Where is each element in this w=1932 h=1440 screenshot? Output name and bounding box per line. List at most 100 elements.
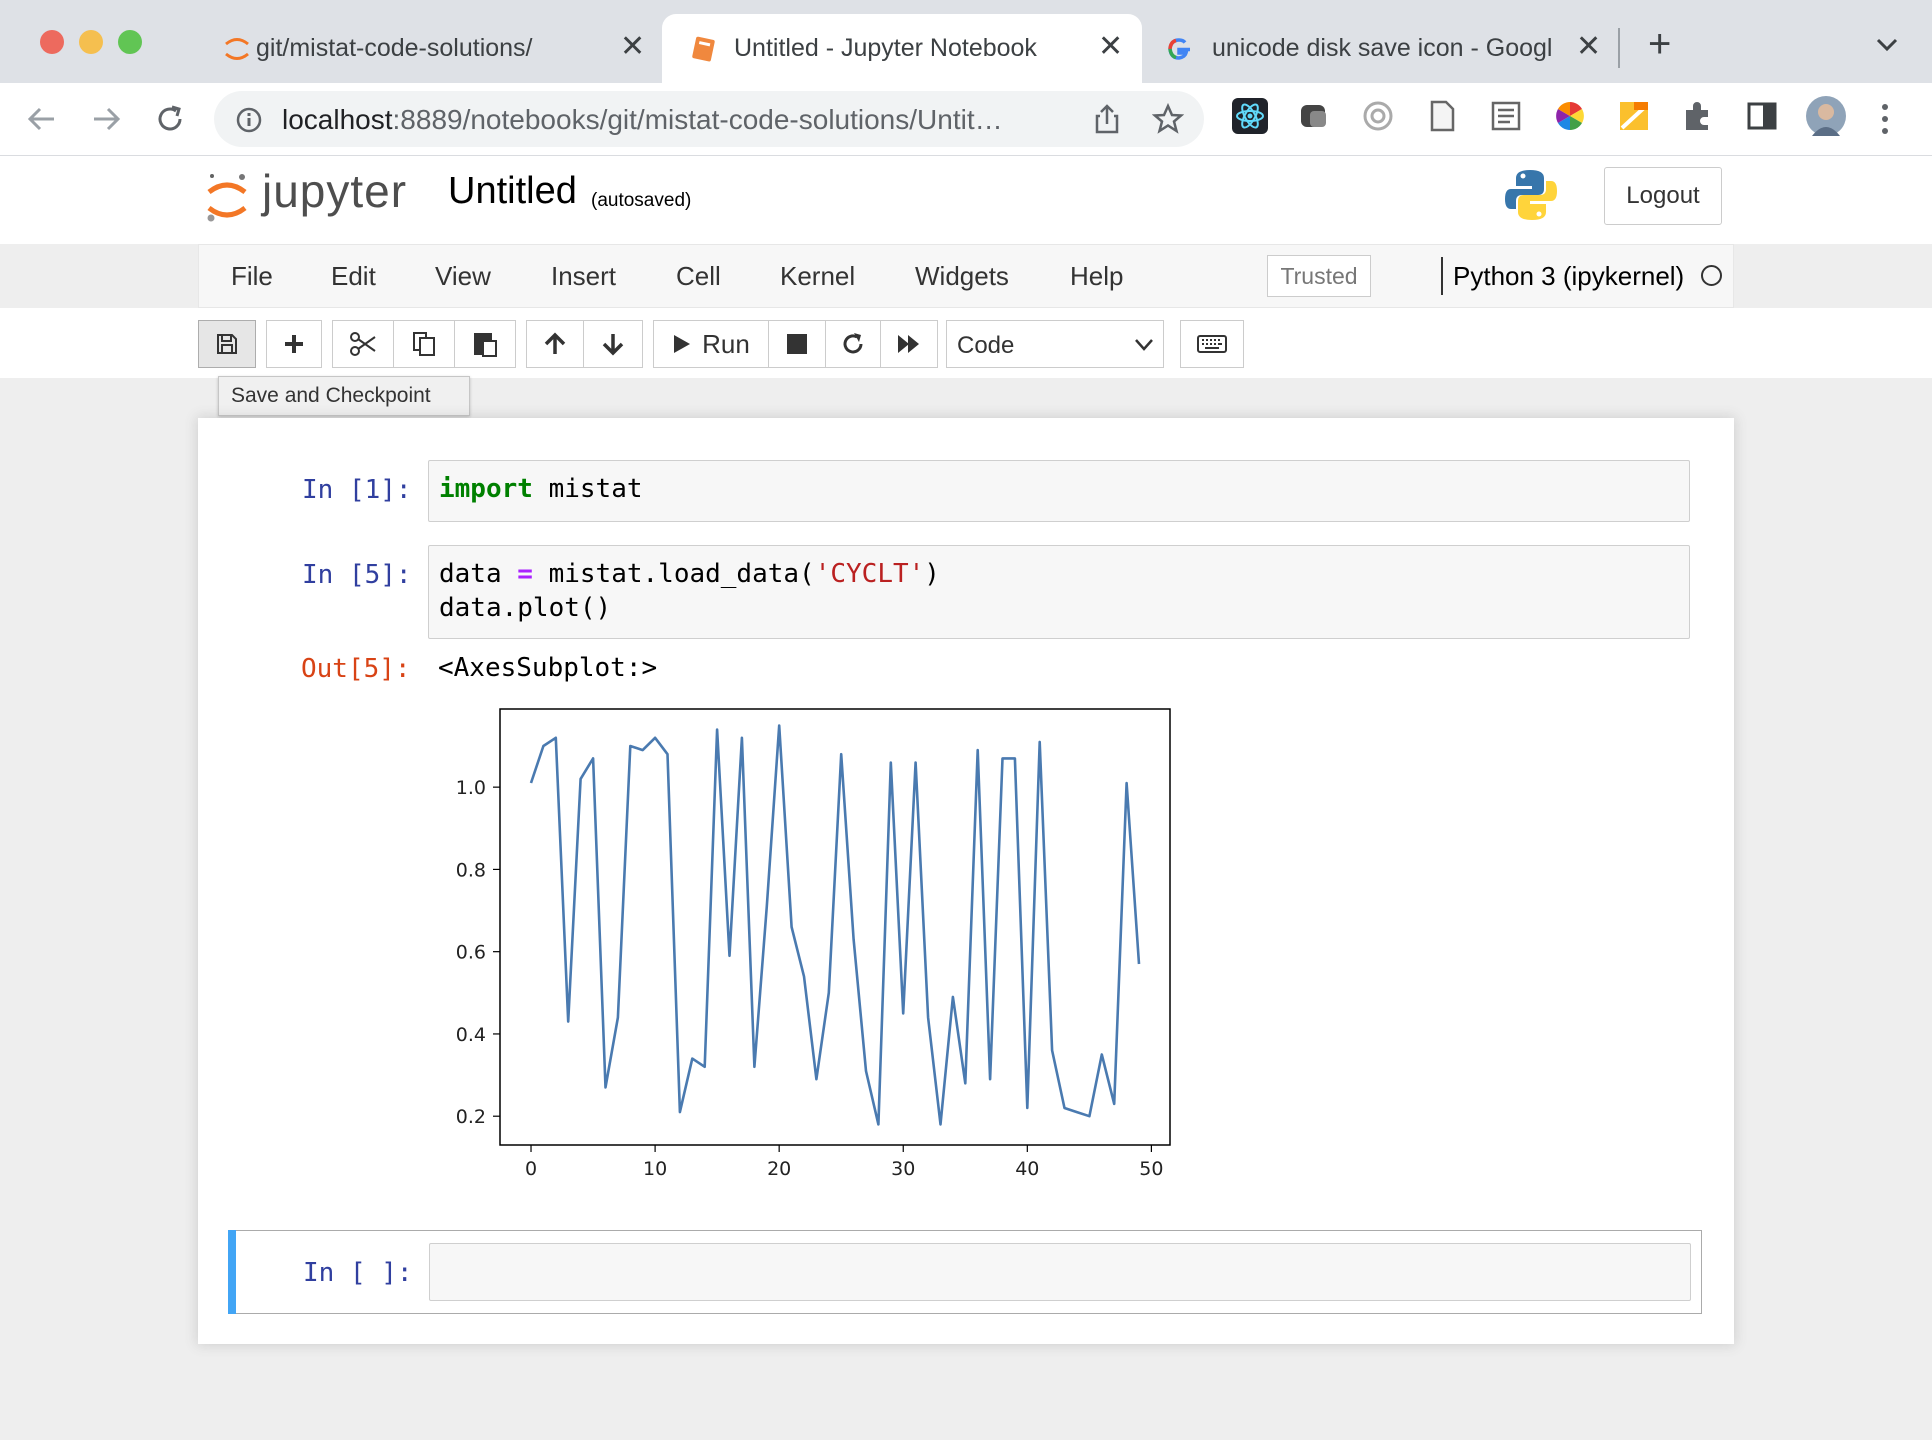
input-prompt: In [ ]: (303, 1258, 413, 1288)
tab-close-icon[interactable]: ✕ (620, 32, 645, 62)
keyboard-icon (1197, 335, 1227, 353)
jupyter-header: jupyter Untitled (autosaved) Logout (0, 156, 1932, 244)
site-info-icon[interactable] (236, 107, 262, 133)
y-tick-label: 0.8 (456, 859, 486, 881)
selected-code-cell[interactable]: In [ ]: (228, 1230, 1702, 1314)
output-text: <AxesSubplot:> (438, 653, 658, 683)
run-cell-button[interactable]: Run (653, 320, 769, 368)
maximize-window-button[interactable] (118, 30, 142, 54)
kernel-separator (1441, 257, 1443, 295)
color-picker-extension-icon[interactable] (1552, 98, 1588, 134)
back-arrow-icon[interactable] (22, 99, 62, 139)
browser-tab-2[interactable]: Untitled - Jupyter Notebook ✕ (662, 14, 1142, 83)
jupyter-logo-icon[interactable] (204, 170, 250, 230)
code-line: data = mistat.load_data('CYCLT') (439, 559, 940, 589)
profile-avatar[interactable] (1806, 96, 1846, 136)
code-input[interactable]: data = mistat.load_data('CYCLT') data.pl… (428, 545, 1690, 639)
tab-close-icon[interactable]: ✕ (1576, 32, 1601, 62)
notebook-menubar: File Edit View Insert Cell Kernel Widget… (198, 244, 1734, 308)
address-bar[interactable]: localhost:8889/notebooks/git/mistat-code… (214, 91, 1204, 147)
trusted-indicator[interactable]: Trusted (1267, 255, 1371, 297)
code-line: import mistat (439, 474, 643, 504)
close-window-button[interactable] (40, 30, 64, 54)
line-chart: 0 10 20 30 40 50 0.2 0.4 0.6 0.8 1.0 (456, 708, 1171, 1180)
chevron-down-icon (1135, 339, 1153, 351)
bookmark-star-icon[interactable] (1152, 103, 1184, 135)
tab-close-icon[interactable]: ✕ (1098, 32, 1123, 62)
y-tick-label: 0.4 (456, 1024, 486, 1046)
tab-title: Untitled - Jupyter Notebook (734, 34, 1037, 62)
extensions-puzzle-icon[interactable] (1680, 98, 1716, 134)
menu-insert[interactable]: Insert (551, 261, 616, 292)
move-cell-up-button[interactable] (526, 320, 584, 368)
menu-edit[interactable]: Edit (331, 261, 376, 292)
restart-icon (843, 333, 863, 354)
run-label: Run (702, 328, 750, 359)
code-input[interactable]: import mistat (428, 460, 1690, 522)
extension-2-icon[interactable] (1296, 98, 1332, 134)
browser-toolbar: localhost:8889/notebooks/git/mistat-code… (0, 83, 1932, 156)
tab-list-chevron-icon[interactable] (1876, 38, 1898, 52)
restart-kernel-button[interactable] (825, 320, 881, 368)
share-icon[interactable] (1092, 103, 1122, 135)
reader-extension-icon[interactable] (1488, 98, 1524, 134)
restart-run-all-button[interactable] (880, 320, 938, 368)
play-icon (674, 335, 691, 353)
browser-tab-1[interactable]: git/mistat-code-solutions/ ✕ (196, 14, 656, 83)
minimize-window-button[interactable] (79, 30, 103, 54)
forward-arrow-icon[interactable] (86, 99, 126, 139)
kernel-name[interactable]: Python 3 (ipykernel) (1453, 261, 1684, 292)
code-line: data.plot() (439, 593, 611, 623)
url-text[interactable]: localhost:8889/notebooks/git/mistat-code… (282, 104, 1003, 136)
extension-7-icon[interactable] (1616, 98, 1652, 134)
insert-cell-button[interactable] (266, 320, 322, 368)
menu-cell[interactable]: Cell (676, 261, 721, 292)
x-tick-label: 10 (643, 1158, 667, 1180)
side-panel-icon[interactable] (1744, 98, 1780, 134)
menu-file[interactable]: File (231, 261, 273, 292)
menu-kernel[interactable]: Kernel (780, 261, 855, 292)
interrupt-kernel-button[interactable] (768, 320, 826, 368)
cut-cells-button[interactable] (332, 320, 394, 368)
url-host: localhost (282, 104, 393, 135)
save-checkpoint-button[interactable] (198, 320, 256, 368)
jupyter-logo-text[interactable]: jupyter (262, 164, 407, 218)
x-tick-label: 40 (1015, 1158, 1039, 1180)
input-prompt: In [1]: (302, 475, 412, 505)
new-tab-button[interactable]: + (1648, 24, 1671, 64)
keyword-import: import (439, 474, 533, 504)
code-token: ) (924, 559, 940, 589)
y-axis: 0.2 0.4 0.6 0.8 1.0 (456, 777, 500, 1128)
document-extension-icon[interactable] (1424, 98, 1460, 134)
notebook-icon (692, 36, 715, 62)
copy-cells-button[interactable] (393, 320, 455, 368)
plus-icon (285, 335, 303, 353)
x-tick-label: 20 (767, 1158, 791, 1180)
cell-type-select[interactable]: Code (946, 320, 1164, 368)
output-prompt: Out[5]: (301, 654, 411, 684)
code-token: mistat (532, 474, 643, 504)
menu-view[interactable]: View (435, 261, 491, 292)
cell-type-value: Code (957, 332, 1015, 359)
menu-widgets[interactable]: Widgets (915, 261, 1009, 292)
paste-cells-button[interactable] (454, 320, 516, 368)
move-cell-down-button[interactable] (583, 320, 643, 368)
code-input[interactable] (429, 1243, 1691, 1301)
browser-menu-icon[interactable] (1880, 101, 1890, 137)
code-token: data (439, 559, 518, 589)
extension-3-icon[interactable] (1360, 98, 1396, 134)
series-group (529, 724, 1141, 1126)
google-icon (1168, 38, 1190, 60)
browser-tab-3[interactable]: unicode disk save icon - Googl ✕ (1150, 14, 1601, 83)
code-token: data.plot() (439, 593, 612, 623)
x-tick-label: 0 (525, 1158, 537, 1180)
menu-help[interactable]: Help (1070, 261, 1123, 292)
react-devtools-icon[interactable] (1232, 98, 1268, 134)
tab-title: git/mistat-code-solutions/ (256, 34, 533, 62)
reload-icon[interactable] (150, 99, 190, 139)
notebook-title[interactable]: Untitled (448, 170, 577, 213)
x-tick-label: 50 (1139, 1158, 1163, 1180)
logout-button[interactable]: Logout (1604, 167, 1722, 225)
command-palette-button[interactable] (1180, 320, 1244, 368)
x-axis: 0 10 20 30 40 50 (525, 1145, 1163, 1180)
